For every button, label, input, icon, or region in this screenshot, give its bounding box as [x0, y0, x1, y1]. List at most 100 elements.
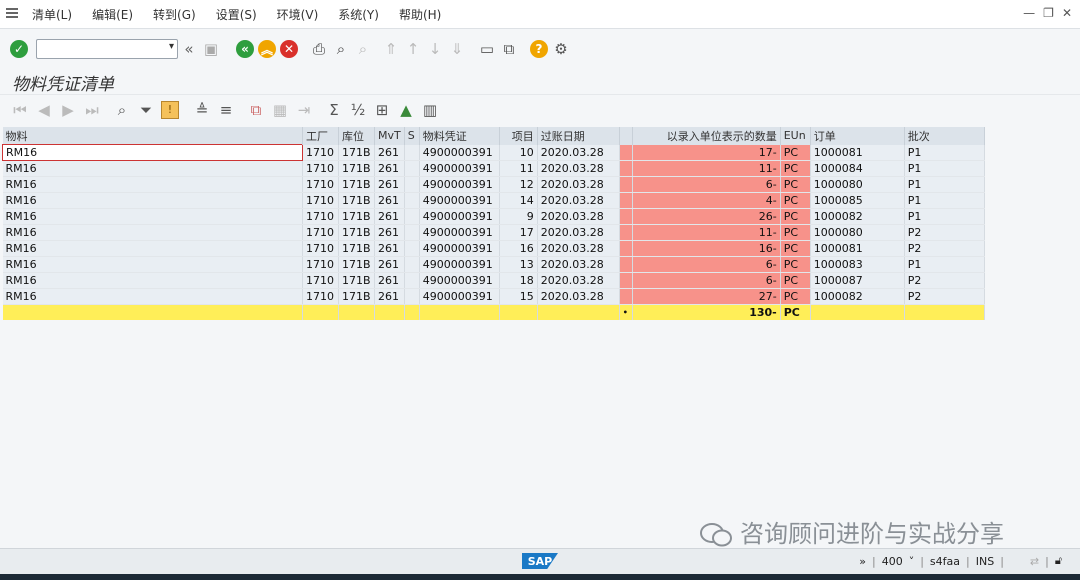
minimize-icon[interactable]: — [1023, 6, 1035, 20]
cell-batch[interactable]: P1 [904, 208, 985, 225]
sort-descending-icon[interactable]: ≡ [214, 99, 238, 121]
chevron-down-icon[interactable]: ˅ [909, 555, 915, 568]
cell-date[interactable]: 2020.03.28 [537, 256, 620, 273]
sum-marker-cell[interactable] [619, 144, 633, 161]
cell-plant[interactable]: 1710 [302, 176, 339, 193]
table-row[interactable]: RM16 1710 171B 261 4900000391 14 2020.03.28 4- P… [2, 192, 985, 209]
table-row[interactable]: RM16 1710 171B 261 4900000391 11 2020.03.28 11-… [2, 160, 985, 177]
cell-plant[interactable]: 1710 [302, 224, 339, 241]
cell-sloc[interactable]: 171B [338, 224, 375, 241]
cell-mvt[interactable]: 261 [374, 192, 405, 209]
menu-help[interactable]: 帮助(H) [399, 6, 441, 23]
cell-mvt[interactable]: 261 [374, 224, 405, 241]
cell-plant[interactable]: 1710 [302, 240, 339, 257]
lock-icon[interactable]: 🔓︎ [1055, 554, 1062, 568]
cell-s[interactable] [404, 224, 420, 241]
cell-sloc[interactable]: 171B [338, 144, 375, 161]
new-session-icon[interactable]: ▭ [476, 38, 498, 60]
table-row[interactable]: RM16 1710 171B 261 4900000391 13 2020.03.28 6- P… [2, 256, 985, 273]
cell-unit[interactable]: PC [780, 224, 811, 241]
cell-unit[interactable]: PC [780, 192, 811, 209]
find-next-icon[interactable]: ⌕ [352, 38, 374, 60]
table-row[interactable]: RM16 1710 171B 261 4900000391 15 2020.03.28 27-… [2, 288, 985, 305]
menu-settings[interactable]: 设置(S) [216, 6, 257, 23]
cell-date[interactable]: 2020.03.28 [537, 144, 620, 161]
cell-material[interactable]: RM16 [2, 192, 303, 209]
restore-icon[interactable]: ❐ [1043, 6, 1054, 20]
cell-mvt[interactable]: 261 [374, 208, 405, 225]
cell-order[interactable]: 1000085 [810, 192, 905, 209]
first-record-icon[interactable]: ⏮ [8, 99, 32, 121]
cell-mvt[interactable]: 261 [374, 144, 405, 161]
cell-qty[interactable]: 6- [632, 272, 781, 289]
cell-qty[interactable]: 11- [632, 224, 781, 241]
sum-marker-cell[interactable] [619, 192, 633, 209]
cell-doc[interactable]: 4900000391 [419, 256, 500, 273]
col-sum-marker[interactable] [619, 127, 633, 145]
cell-order[interactable]: 1000082 [810, 288, 905, 305]
col-movement-type[interactable]: MvT [374, 127, 405, 145]
cell-unit[interactable]: PC [780, 272, 811, 289]
chevron-down-icon[interactable]: ▾ [169, 41, 174, 52]
cell-batch[interactable]: P2 [904, 288, 985, 305]
col-material[interactable]: 物料 [2, 127, 303, 145]
cell-date[interactable]: 2020.03.28 [537, 192, 620, 209]
cell-unit[interactable]: PC [780, 288, 811, 305]
cell-mvt[interactable]: 261 [374, 160, 405, 177]
cell-order[interactable]: 1000082 [810, 208, 905, 225]
cell-order[interactable]: 1000083 [810, 256, 905, 273]
col-posting-date[interactable]: 过账日期 [537, 127, 620, 145]
details-icon[interactable]: ⌕ [110, 99, 134, 121]
cell-qty[interactable]: 26- [632, 208, 781, 225]
menu-edit[interactable]: 编辑(E) [92, 6, 133, 23]
find-icon[interactable]: ⌕ [330, 38, 352, 60]
cell-order[interactable]: 1000080 [810, 176, 905, 193]
cell-date[interactable]: 2020.03.28 [537, 224, 620, 241]
cell-doc[interactable]: 4900000391 [419, 272, 500, 289]
table-row[interactable]: RM16 1710 171B 261 4900000391 10 2020.03.28 17-… [2, 144, 985, 161]
first-page-icon[interactable]: ⇑ [380, 38, 402, 60]
cell-plant[interactable]: 1710 [302, 288, 339, 305]
cell-batch[interactable]: P1 [904, 160, 985, 177]
shortcut-icon[interactable]: ⧉ [498, 38, 520, 60]
last-page-icon[interactable]: ⇓ [446, 38, 468, 60]
layout-icon[interactable]: ⊞ [370, 99, 394, 121]
menu-environment[interactable]: 环境(V) [277, 6, 319, 23]
cell-order[interactable]: 1000081 [810, 144, 905, 161]
col-material-document[interactable]: 物料凭证 [419, 127, 500, 145]
cell-doc[interactable]: 4900000391 [419, 192, 500, 209]
cell-doc[interactable]: 4900000391 [419, 160, 500, 177]
sum-icon[interactable]: Σ [322, 99, 346, 121]
cell-unit[interactable]: PC [780, 160, 811, 177]
help-icon[interactable]: ? [528, 38, 550, 60]
gear-icon[interactable]: ⚙ [550, 38, 572, 60]
cell-item[interactable]: 12 [499, 176, 538, 193]
cell-date[interactable]: 2020.03.28 [537, 272, 620, 289]
cell-material[interactable]: RM16 [2, 272, 303, 289]
table-row[interactable]: RM16 1710 171B 261 4900000391 16 2020.03.28 16-… [2, 240, 985, 257]
previous-record-icon[interactable]: ◀ [32, 99, 56, 121]
cell-unit[interactable]: PC [780, 144, 811, 161]
cell-qty[interactable]: 11- [632, 160, 781, 177]
cell-batch[interactable]: P2 [904, 272, 985, 289]
cell-material[interactable]: RM16 [2, 160, 303, 177]
col-storage-location[interactable]: 库位 [338, 127, 375, 145]
cell-qty[interactable]: 16- [632, 240, 781, 257]
cell-s[interactable] [404, 240, 420, 257]
cell-doc[interactable]: 4900000391 [419, 144, 500, 161]
cell-qty[interactable]: 17- [632, 144, 781, 161]
cell-sloc[interactable]: 171B [338, 176, 375, 193]
col-unit[interactable]: EUn [780, 127, 811, 145]
sum-marker-cell[interactable] [619, 288, 633, 305]
back-icon[interactable]: « [234, 38, 256, 60]
col-plant[interactable]: 工厂 [302, 127, 339, 145]
cell-qty[interactable]: 6- [632, 176, 781, 193]
table-row[interactable]: RM16 1710 171B 261 4900000391 12 2020.03.28 6- P… [2, 176, 985, 193]
cell-mvt[interactable]: 261 [374, 272, 405, 289]
table-icon[interactable]: ▦ [268, 99, 292, 121]
table-row[interactable]: RM16 1710 171B 261 4900000391 18 2020.03.28 6- P… [2, 272, 985, 289]
cell-sloc[interactable]: 171B [338, 240, 375, 257]
cell-unit[interactable]: PC [780, 208, 811, 225]
cell-order[interactable]: 1000084 [810, 160, 905, 177]
cell-order[interactable]: 1000081 [810, 240, 905, 257]
